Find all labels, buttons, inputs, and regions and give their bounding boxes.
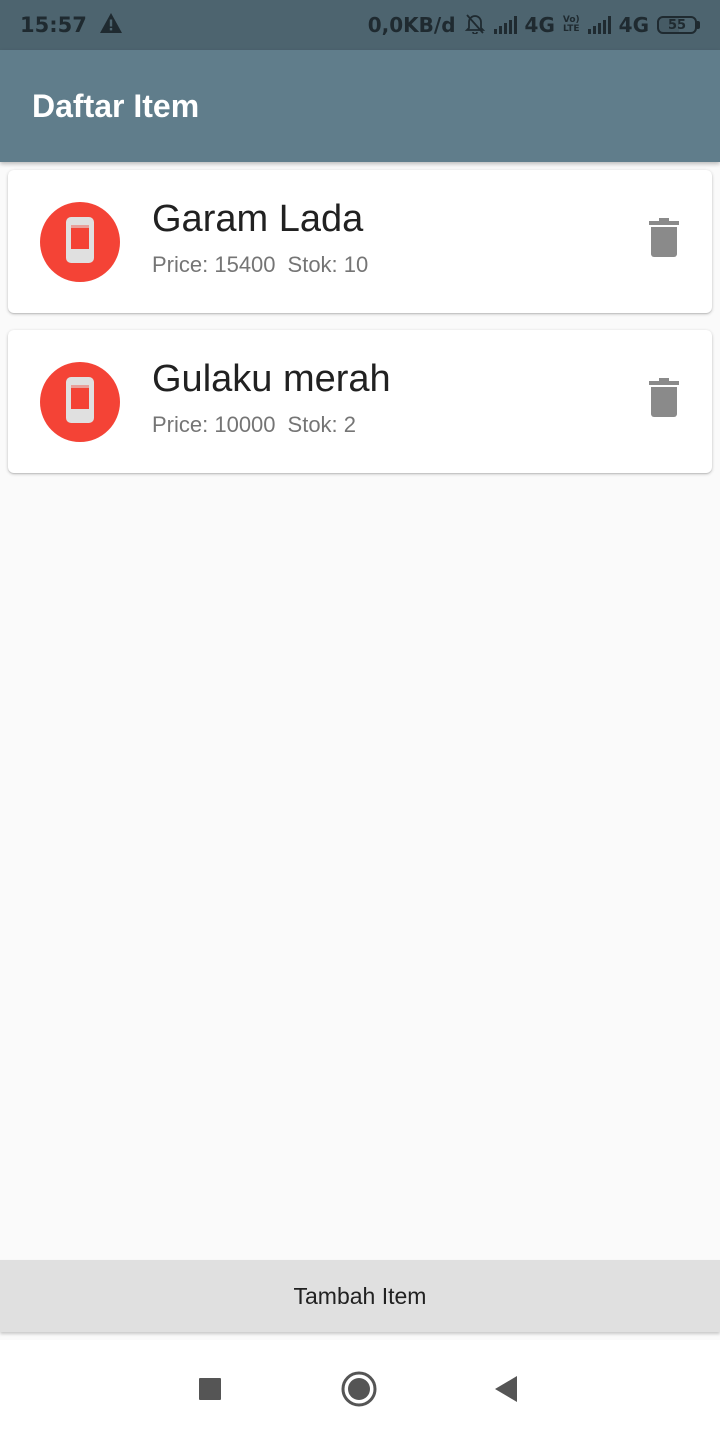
list-item[interactable]: Garam Lada Price: 15400 Stok: 10 — [8, 170, 712, 313]
warning-icon — [99, 12, 123, 39]
status-bar: 15:57 0,0KB/d 4G Vo) LTE 4G 55 — [0, 0, 720, 50]
status-time: 15:57 — [20, 13, 87, 37]
square-icon — [198, 1377, 222, 1406]
item-price: Price: 15400 — [152, 252, 276, 277]
signal-icon — [587, 16, 611, 34]
triangle-back-icon — [493, 1375, 519, 1408]
item-stock: Stok: 2 — [287, 412, 357, 437]
item-stock: Stok: 10 — [287, 252, 369, 277]
item-name: Gulaku merah — [152, 358, 391, 400]
item-details: Price: 15400 Stok: 10 — [152, 252, 368, 278]
back-button[interactable] — [488, 1373, 524, 1409]
app-bar: Daftar Item — [0, 50, 720, 162]
delete-button[interactable] — [648, 377, 680, 423]
add-item-button[interactable]: Tambah Item — [0, 1260, 720, 1332]
item-avatar — [40, 362, 120, 442]
home-button[interactable] — [341, 1371, 377, 1409]
recents-button[interactable] — [192, 1373, 228, 1409]
trash-icon — [649, 217, 679, 263]
signal-icon — [493, 16, 517, 34]
trash-icon — [649, 377, 679, 423]
page-title: Daftar Item — [32, 87, 200, 124]
battery-level: 55 — [667, 17, 687, 33]
list-item[interactable]: Gulaku merah Price: 10000 Stok: 2 — [8, 330, 712, 473]
item-name: Garam Lada — [152, 198, 364, 240]
item-details: Price: 10000 Stok: 2 — [152, 412, 356, 438]
item-price: Price: 10000 — [152, 412, 276, 437]
delete-button[interactable] — [648, 217, 680, 263]
volte-icon: Vo) LTE — [562, 15, 580, 34]
system-nav-bar — [0, 1340, 720, 1440]
add-item-label: Tambah Item — [293, 1282, 427, 1309]
notifications-off-icon — [464, 12, 486, 39]
network-type-2: 4G — [618, 13, 649, 37]
circle-icon — [340, 1370, 378, 1413]
battery-icon: 55 — [657, 16, 700, 34]
data-speed: 0,0KB/d — [367, 13, 456, 37]
phone-icon — [65, 216, 95, 269]
item-avatar — [40, 202, 120, 282]
phone-icon — [65, 376, 95, 429]
network-type-1: 4G — [524, 13, 555, 37]
